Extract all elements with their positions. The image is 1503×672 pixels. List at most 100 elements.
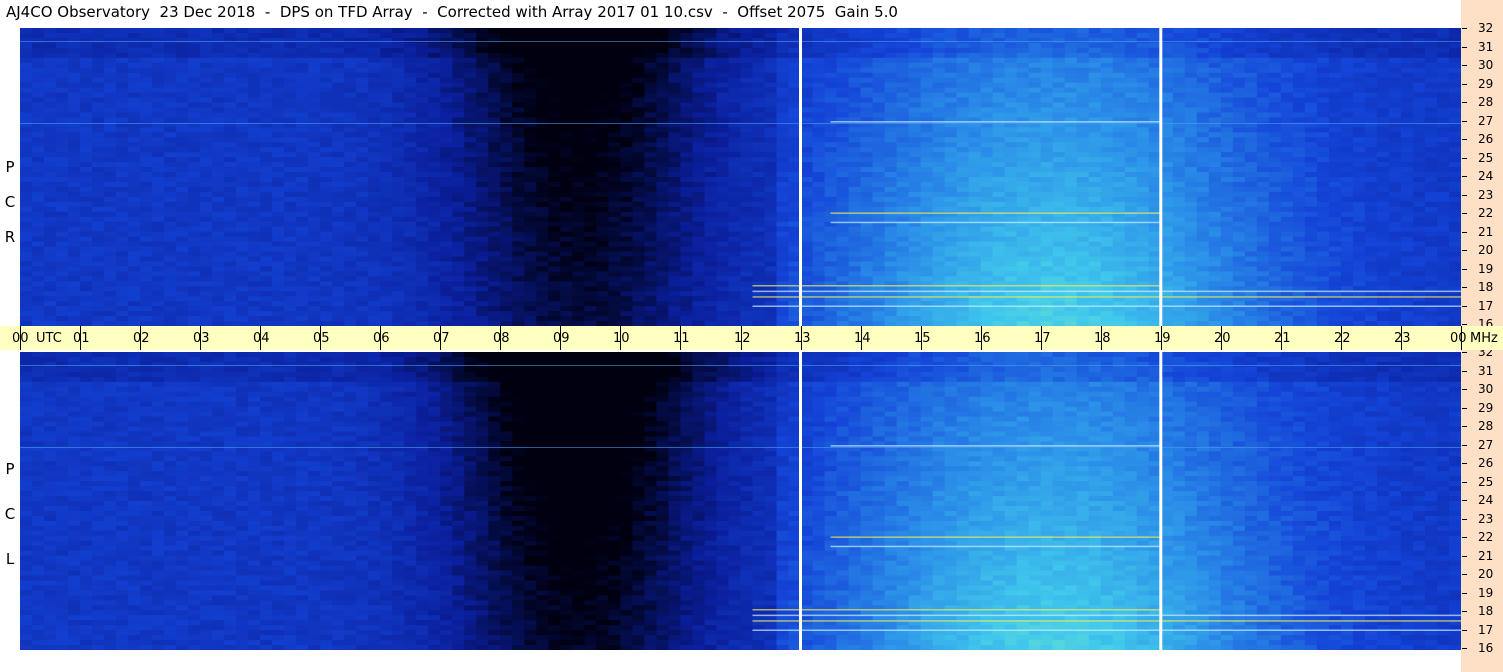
spectrogram-cell	[980, 102, 994, 109]
spectrogram-cell	[368, 107, 381, 114]
spectrogram-cell	[128, 97, 141, 104]
spectrogram-cell	[320, 117, 333, 123]
spectrogram-cell	[488, 206, 501, 213]
spectrogram-cell	[44, 311, 57, 317]
spectrogram-cell	[296, 142, 309, 148]
spectrogram-cell	[740, 286, 754, 292]
spectrogram-cell	[632, 241, 646, 248]
spectrogram-cell	[836, 92, 850, 99]
spectrogram-cell	[812, 67, 826, 74]
spectrogram-cell	[212, 296, 225, 302]
spectrogram-cell	[752, 72, 766, 79]
spectrogram-cell	[632, 37, 646, 44]
spectrogram-cell	[380, 311, 393, 317]
spectrogram-cell	[512, 281, 525, 287]
spectrogram-cell	[284, 62, 297, 69]
spectrogram-cell	[716, 231, 730, 238]
spectrogram-cell	[728, 87, 742, 94]
spectrogram-cell	[464, 291, 477, 297]
spectrogram-cell	[476, 251, 489, 258]
spectrogram-cell	[236, 231, 249, 238]
spectrogram-cell	[428, 261, 441, 267]
spectrogram-cell	[764, 28, 778, 34]
spectrogram-cell	[332, 132, 345, 138]
spectrogram-cell	[140, 157, 153, 163]
spectrogram-cell	[500, 186, 513, 193]
spectrogram-cell	[920, 167, 934, 173]
spectrogram-cell	[332, 201, 345, 208]
spectrogram-cell	[464, 107, 477, 114]
spectrogram-cell	[188, 286, 201, 292]
spectrogram-cell	[80, 256, 93, 263]
spectrogram-cell	[164, 77, 177, 84]
spectrogram-cell	[32, 62, 45, 69]
spectrogram-cell	[140, 256, 153, 263]
spectrogram-cell	[152, 72, 165, 79]
spectrogram-cell	[404, 241, 417, 248]
spectrogram-cell	[452, 177, 465, 183]
spectrogram-cell	[416, 67, 429, 74]
spectrogram-cell	[524, 261, 537, 267]
spectrogram-cell	[320, 211, 333, 218]
spectrogram-cell	[548, 226, 561, 233]
spectrogram-cell	[572, 256, 585, 263]
spectrogram-cell	[164, 147, 177, 153]
spectrogram-cell	[836, 311, 850, 317]
spectrogram-cell	[620, 167, 634, 173]
spectrogram-cell	[620, 266, 634, 272]
spectrogram-cell	[920, 42, 934, 49]
spectrogram-cell	[800, 181, 814, 188]
spectrogram-cell	[488, 261, 501, 267]
spectrogram-cell	[176, 107, 189, 114]
spectrogram-cell	[404, 231, 417, 238]
spectrogram-cell	[428, 57, 441, 64]
spectrogram-cell	[896, 177, 910, 183]
spectrogram-cell	[296, 37, 309, 44]
spectrogram-cell	[140, 107, 153, 114]
spectrogram-cell	[536, 177, 549, 183]
spectrogram-cell	[968, 62, 982, 69]
spectrogram-cell	[824, 266, 838, 272]
spectrogram-cell	[704, 316, 718, 322]
spectrogram-cell	[656, 152, 670, 158]
spectrogram-cell	[176, 241, 189, 248]
spectrogram-cell	[560, 112, 573, 118]
spectrogram-cell	[440, 196, 453, 203]
spectrogram-cell	[176, 62, 189, 69]
spectrogram-cell	[164, 216, 177, 223]
spectrogram-cell	[260, 281, 273, 287]
spectrogram-cell	[944, 132, 958, 138]
spectrogram-cell	[116, 117, 129, 123]
spectrogram-cell	[572, 67, 585, 74]
spectrogram-cell	[224, 107, 237, 114]
spectrogram-cell	[704, 112, 718, 118]
spectrogram-cell	[692, 231, 706, 238]
spectrogram-cell	[704, 281, 718, 287]
spectrogram-cell	[176, 72, 189, 79]
spectrogram-cell	[500, 261, 513, 267]
spectrogram-cell	[572, 172, 585, 178]
spectrogram-cell	[632, 206, 646, 213]
spectrogram-cell	[476, 137, 489, 143]
spectrogram-cell	[92, 72, 105, 79]
spectrogram-cell	[164, 87, 177, 94]
spectrogram-cell	[272, 221, 285, 228]
spectrogram-cell	[128, 286, 141, 292]
spectrogram-cell	[188, 152, 201, 158]
spectrogram-cell	[560, 137, 573, 143]
spectrogram-cell	[476, 102, 489, 109]
spectrogram-cell	[236, 296, 249, 302]
spectrogram-cell	[56, 261, 69, 267]
spectrogram-cell	[728, 112, 742, 118]
spectrogram-cell	[104, 276, 117, 282]
spectrogram-cell	[656, 221, 670, 228]
spectrogram-cell	[488, 82, 501, 89]
spectrogram-cell	[908, 42, 922, 49]
spectrogram-cell	[956, 137, 970, 143]
spectrogram-cell	[236, 52, 249, 59]
spectrogram-cell	[248, 162, 261, 168]
spectrogram-cell	[404, 112, 417, 118]
spectrogram-cell	[848, 142, 862, 148]
spectrogram-cell	[476, 266, 489, 272]
spectrogram-cell	[632, 177, 646, 183]
